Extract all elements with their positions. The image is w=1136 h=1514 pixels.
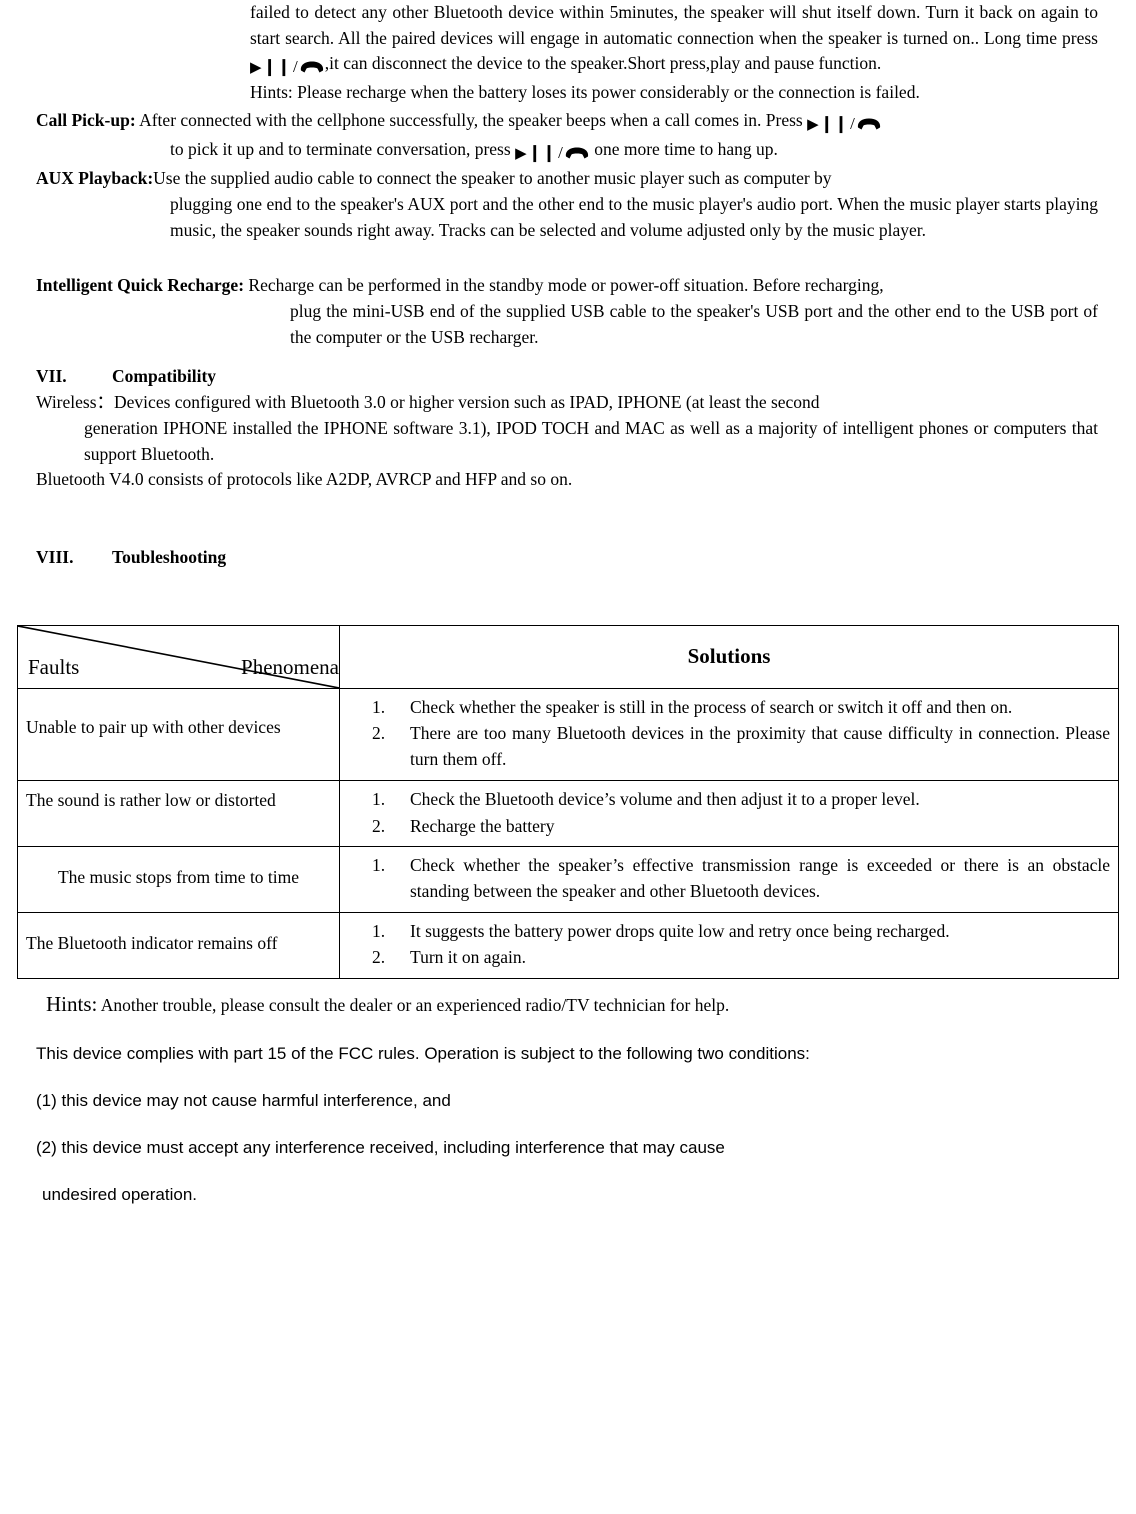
recharge-text-b: plug the mini-USB end of the supplied US… bbox=[290, 300, 1098, 347]
play-pause-icon: ▶❙❙ / bbox=[807, 111, 882, 137]
intro-paragraph-text-a: failed to detect any other Bluetooth dev… bbox=[250, 2, 1098, 48]
wireless-line1: Wireless：Devices configured with Bluetoo… bbox=[36, 390, 1098, 416]
recharge-line1: Intelligent Quick Recharge: Recharge can… bbox=[36, 273, 1098, 299]
recharge-text-a: Recharge can be performed in the standby… bbox=[248, 275, 884, 296]
solution-item: Check whether the speaker’s effective tr… bbox=[372, 853, 1110, 902]
recharge-body: plug the mini-USB end of the supplied US… bbox=[290, 299, 1098, 350]
aux-text-a: Use the supplied audio cable to connect … bbox=[153, 168, 832, 189]
table-header-row: Faults Phenomena Solutions bbox=[17, 624, 1119, 689]
document-page: failed to detect any other Bluetooth dev… bbox=[0, 0, 1136, 1514]
call-pickup-block: Call Pick-up: After connected with the c… bbox=[36, 108, 1098, 137]
solution-list: Check whether the speaker is still in th… bbox=[348, 695, 1110, 773]
fault-cell: The sound is rather low or distorted bbox=[17, 779, 340, 848]
section-troubleshooting-title: Toubleshooting bbox=[112, 547, 227, 568]
table-header-solutions-label: Solutions bbox=[339, 624, 1119, 689]
fcc-line-1: This device complies with part 15 of the… bbox=[36, 1044, 810, 1064]
bluetooth-protocols-line: Bluetooth V4.0 consists of protocols lik… bbox=[36, 467, 1098, 493]
bluetooth-protocols-text: Bluetooth V4.0 consists of protocols lik… bbox=[36, 469, 573, 490]
solution-item: There are too many Bluetooth devices in … bbox=[372, 721, 1110, 770]
aux-label: AUX Playback: bbox=[36, 168, 154, 189]
call-pickup-label: Call Pick-up: bbox=[36, 110, 136, 131]
solution-cell: It suggests the battery power drops quit… bbox=[339, 911, 1119, 980]
fault-text: Unable to pair up with other devices bbox=[26, 716, 281, 737]
fault-cell: The music stops from time to time bbox=[17, 846, 340, 913]
table-header-left-cell: Faults Phenomena bbox=[17, 624, 340, 689]
call-pickup-text-a: After connected with the cellphone succe… bbox=[139, 110, 803, 131]
intro-paragraph-text-b: ,it can disconnect the device to the spe… bbox=[324, 53, 882, 74]
solution-list: Check the Bluetooth device’s volume and … bbox=[348, 787, 1110, 839]
solution-list: Check whether the speaker’s effective tr… bbox=[348, 853, 1110, 904]
fault-text: The sound is rather low or distorted bbox=[26, 789, 276, 810]
hints-line: Hints: Another trouble, please consult t… bbox=[46, 989, 1136, 1020]
wireless-text-a: Devices configured with Bluetooth 3.0 or… bbox=[114, 392, 820, 413]
section-compatibility-heading: VII. Compatibility bbox=[36, 364, 1136, 390]
phone-handset-icon bbox=[299, 60, 325, 74]
hints-text: Another trouble, please consult the deal… bbox=[100, 995, 730, 1016]
table-row: The music stops from time to time Check … bbox=[17, 846, 1119, 913]
solution-item: Recharge the battery bbox=[372, 814, 555, 839]
solution-cell: Check whether the speaker’s effective tr… bbox=[339, 846, 1119, 913]
solution-cell: Check the Bluetooth device’s volume and … bbox=[339, 779, 1119, 848]
wireless-text-b: generation IPHONE installed the IPHONE s… bbox=[84, 417, 1098, 464]
solution-item: It suggests the battery power drops quit… bbox=[372, 919, 950, 944]
table-row: The Bluetooth indicator remains off It s… bbox=[17, 911, 1119, 980]
play-pause-icon: ▶❙❙ / bbox=[515, 140, 590, 166]
solution-cell: Check whether the speaker is still in th… bbox=[339, 687, 1119, 781]
solution-item: Turn it on again. bbox=[372, 945, 527, 970]
hints-label: Hints: bbox=[46, 992, 98, 1017]
solution-list: It suggests the battery power drops quit… bbox=[348, 919, 1110, 971]
intro-paragraph: failed to detect any other Bluetooth dev… bbox=[250, 0, 1098, 80]
phone-handset-icon bbox=[856, 117, 882, 131]
phone-handset-icon bbox=[564, 146, 590, 160]
battery-hint-text: Hints: Please recharge when the battery … bbox=[250, 82, 920, 103]
fcc-line-2: (1) this device may not cause harmful in… bbox=[36, 1091, 451, 1111]
troubleshooting-table: Faults Phenomena Solutions Unable to pai… bbox=[17, 624, 1119, 980]
table-row: The sound is rather low or distorted Che… bbox=[17, 779, 1119, 848]
wireless-label: Wireless： bbox=[36, 392, 115, 413]
table-row: Unable to pair up with other devices Che… bbox=[17, 687, 1119, 781]
battery-hint-line: Hints: Please recharge when the battery … bbox=[250, 80, 1098, 106]
recharge-label: Intelligent Quick Recharge: bbox=[36, 275, 245, 296]
section-compatibility-title: Compatibility bbox=[112, 366, 217, 387]
call-pickup-text-b bbox=[886, 110, 890, 130]
table-header-phenomena-label: Phenomena bbox=[241, 654, 339, 679]
wireless-body: generation IPHONE installed the IPHONE s… bbox=[84, 416, 1098, 467]
fcc-line-4: undesired operation. bbox=[42, 1185, 198, 1205]
table-header-faults-label: Faults bbox=[28, 654, 80, 679]
fault-text: The Bluetooth indicator remains off bbox=[26, 932, 278, 953]
section-compatibility-number: VII. bbox=[36, 366, 67, 387]
solution-item: Check the Bluetooth device’s volume and … bbox=[372, 787, 920, 812]
aux-text-b: plugging one end to the speaker's AUX po… bbox=[170, 193, 1098, 240]
fault-cell: The Bluetooth indicator remains off bbox=[17, 911, 340, 980]
section-troubleshooting-number: VIII. bbox=[36, 547, 74, 568]
fault-cell: Unable to pair up with other devices bbox=[17, 687, 340, 781]
section-troubleshooting-heading: VIII. Toubleshooting bbox=[36, 545, 1136, 571]
solution-item: Check whether the speaker is still in th… bbox=[372, 695, 1013, 720]
aux-block-body: plugging one end to the speaker's AUX po… bbox=[170, 192, 1098, 243]
aux-block-line1: AUX Playback:Use the supplied audio cabl… bbox=[36, 166, 1098, 192]
call-pickup-line2: to pick it up and to terminate conversat… bbox=[170, 137, 1098, 166]
fault-text: The music stops from time to time bbox=[57, 867, 300, 888]
call-pickup-text-b2: to pick it up and to terminate conversat… bbox=[170, 139, 511, 160]
play-pause-icon: ▶❙❙ / bbox=[250, 54, 325, 80]
call-pickup-text-c: one more time to hang up. bbox=[594, 139, 778, 160]
fcc-line-3: (2) this device must accept any interfer… bbox=[36, 1138, 725, 1158]
